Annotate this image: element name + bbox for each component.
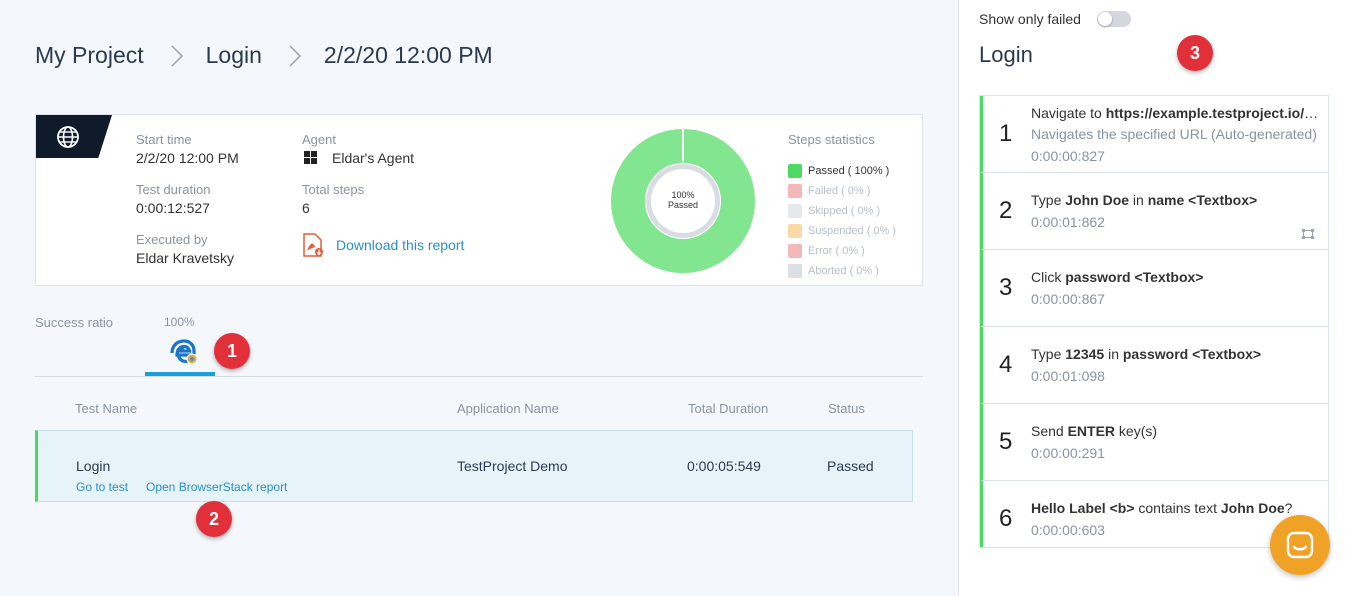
col-status: Status <box>828 401 865 416</box>
annotation-badge-2: 2 <box>196 501 232 537</box>
row-test-name: Login <box>76 458 111 474</box>
browserstack-report-link[interactable]: Open BrowserStack report <box>146 480 287 494</box>
executed-by-value: Eldar Kravetsky <box>136 250 235 266</box>
step-duration: 0:00:01:862 <box>1031 214 1105 230</box>
platform-badge <box>36 115 112 158</box>
steps-panel-title: Login <box>979 42 1033 67</box>
start-time-label: Start time <box>136 132 192 147</box>
step-title: Type 12345 in password <Textbox> <box>1031 346 1262 362</box>
show-only-failed-label: Show only failed <box>979 11 1081 27</box>
step-duration: 0:00:00:603 <box>1031 522 1105 538</box>
steps-panel: Show only failed Login 3 1 Navigate to h… <box>958 0 1349 596</box>
step-number: 4 <box>999 351 1013 378</box>
stat-legend-item: Skipped ( 0% ) <box>788 201 896 221</box>
duration-value: 0:00:12:527 <box>136 200 210 216</box>
go-to-test-link[interactable]: Go to test <box>76 480 128 494</box>
stat-color-swatch <box>788 204 802 218</box>
screenshot-icon[interactable] <box>1302 229 1314 239</box>
total-steps-label: Total steps <box>302 182 365 197</box>
step-title: Click password <Textbox> <box>1031 269 1204 285</box>
breadcrumb-run: 2/2/20 12:00 PM <box>323 42 493 68</box>
step-number: 1 <box>999 120 1013 147</box>
edge-browser-icon <box>170 339 198 365</box>
stat-legend-item: Passed ( 100% ) <box>788 161 896 181</box>
donut-pct: 100% <box>671 190 694 200</box>
agent-label: Agent <box>302 132 336 147</box>
steps-statistics-title: Steps statistics <box>788 132 875 147</box>
total-steps-value: 6 <box>302 200 310 216</box>
step-description: Navigates the specified URL (Auto-genera… <box>1031 126 1317 142</box>
windows-icon <box>304 151 317 164</box>
step-title: Hello Label <b> contains text John Doe? <box>1031 500 1293 516</box>
stat-label: Aborted ( 0% ) <box>808 265 879 277</box>
step-duration: 0:00:00:291 <box>1031 445 1105 461</box>
stat-label: Skipped ( 0% ) <box>808 205 881 217</box>
chat-icon <box>1286 531 1314 559</box>
step-number: 3 <box>999 274 1013 301</box>
step-item[interactable]: 1 Navigate to https://example.testprojec… <box>980 96 1328 173</box>
annotation-badge-3: 3 <box>1177 35 1213 71</box>
step-duration: 0:00:00:827 <box>1031 148 1105 164</box>
stat-color-swatch <box>788 244 802 258</box>
download-report-link[interactable]: Download this report <box>302 233 464 257</box>
col-application-name: Application Name <box>457 401 559 416</box>
stat-legend-item: Suspended ( 0% ) <box>788 221 896 241</box>
col-total-duration: Total Duration <box>688 401 769 416</box>
divider <box>35 376 923 377</box>
stat-label: Failed ( 0% ) <box>808 185 871 197</box>
stat-color-swatch <box>788 164 802 178</box>
step-item[interactable]: 2 Type John Doe in name <Textbox> 0:00:0… <box>980 173 1328 250</box>
table-row[interactable]: Login TestProject Demo 0:00:05:549 Passe… <box>35 430 913 502</box>
summary-card: Start time 2/2/20 12:00 PM Test duration… <box>35 114 923 286</box>
row-application-name: TestProject Demo <box>457 458 568 474</box>
stat-color-swatch <box>788 224 802 238</box>
step-item[interactable]: 4 Type 12345 in password <Textbox> 0:00:… <box>980 327 1328 404</box>
breadcrumb: My Project Login 2/2/20 12:00 PM <box>35 42 493 69</box>
annotation-badge-1: 1 <box>214 333 250 369</box>
chevron-right-icon <box>288 44 302 68</box>
chat-widget-button[interactable] <box>1270 515 1330 575</box>
duration-label: Test duration <box>136 182 211 197</box>
donut-label: Passed <box>668 200 698 210</box>
stat-label: Error ( 0% ) <box>808 245 865 257</box>
steps-donut-chart: 100% Passed <box>611 128 755 273</box>
agent-value: Eldar's Agent <box>332 150 415 166</box>
stat-color-swatch <box>788 264 802 278</box>
toggle-knob <box>1098 12 1112 26</box>
browser-tab-edge[interactable] <box>145 335 215 376</box>
stat-legend-item: Error ( 0% ) <box>788 241 896 261</box>
step-duration: 0:00:01:098 <box>1031 368 1105 384</box>
step-title: Send ENTER key(s) <box>1031 423 1158 439</box>
step-duration: 0:00:00:867 <box>1031 291 1105 307</box>
steps-statistics-legend: Passed ( 100% ) Failed ( 0% ) Skipped ( 0%… <box>788 161 896 281</box>
chevron-right-icon <box>170 44 184 68</box>
success-ratio-value: 100% <box>164 315 195 329</box>
row-status: Passed <box>827 458 874 474</box>
step-title: Type John Doe in name <Textbox> <box>1031 192 1258 208</box>
stat-label: Passed ( 100% ) <box>808 165 890 177</box>
step-title: Navigate to https://example.testproject.… <box>1031 105 1321 121</box>
stat-legend-item: Aborted ( 0% ) <box>788 261 896 281</box>
breadcrumb-project[interactable]: My Project <box>35 42 144 69</box>
col-test-name: Test Name <box>75 401 138 416</box>
executed-by-label: Executed by <box>136 232 208 247</box>
row-total-duration: 0:00:05:549 <box>687 458 761 474</box>
report-main: My Project Login 2/2/20 12:00 PM Start t… <box>0 0 958 596</box>
globe-icon <box>57 126 79 148</box>
stat-label: Suspended ( 0% ) <box>808 225 897 237</box>
show-only-failed-toggle[interactable] <box>1097 11 1131 27</box>
step-item[interactable]: 3 Click password <Textbox> 0:00:00:867 <box>980 250 1328 327</box>
step-item[interactable]: 5 Send ENTER key(s) 0:00:00:291 <box>980 404 1328 481</box>
success-ratio-label: Success ratio <box>35 315 114 330</box>
pdf-icon <box>303 233 323 257</box>
start-time-value: 2/2/20 12:00 PM <box>136 150 239 166</box>
breadcrumb-test[interactable]: Login <box>206 42 262 69</box>
stat-legend-item: Failed ( 0% ) <box>788 181 896 201</box>
steps-list: 1 Navigate to https://example.testprojec… <box>979 95 1329 548</box>
download-report-label: Download this report <box>336 237 465 253</box>
step-number: 5 <box>999 428 1013 455</box>
step-number: 2 <box>999 197 1013 224</box>
step-number: 6 <box>999 505 1013 532</box>
stat-color-swatch <box>788 184 802 198</box>
